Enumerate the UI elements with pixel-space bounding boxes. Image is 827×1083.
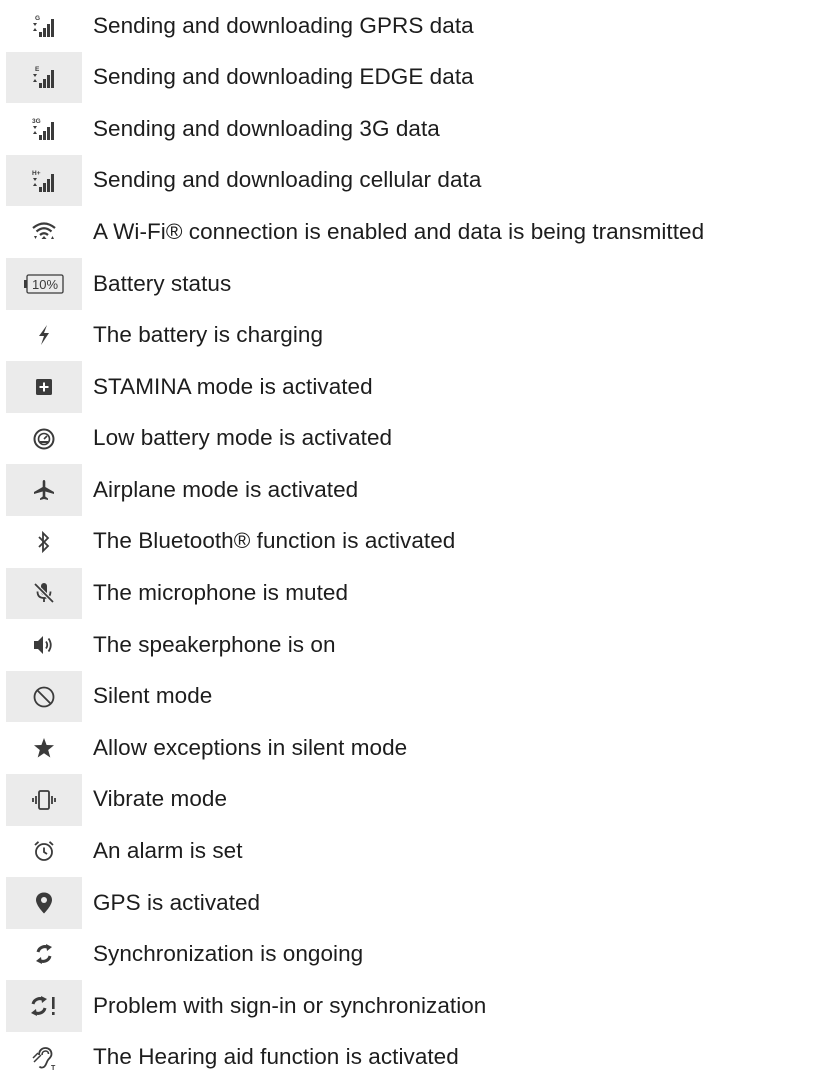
icon-row-label: Problem with sign-in or synchronization (93, 992, 487, 1018)
icon-row-speakerphone: The speakerphone is on (6, 619, 827, 671)
icon-row-label: The Hearing aid function is activated (93, 1044, 459, 1070)
icon-row-edge: E Sending and downloading EDGE data (6, 51, 827, 104)
hearing-aid-icon: T (6, 1032, 82, 1083)
icon-row-charging: The battery is charging (6, 310, 827, 362)
signal-hplus-icon: H+ (6, 154, 82, 207)
icon-row-label: Synchronization is ongoing (93, 941, 364, 967)
icon-row-label: The Bluetooth® function is activated (93, 528, 456, 554)
icon-row-sync-problem: Problem with sign-in or synchronization (6, 980, 827, 1032)
icon-row-sync: Synchronization is ongoing (6, 929, 827, 981)
icon-row-label: Allow exceptions in silent mode (93, 734, 408, 760)
icon-row-label: Sending and downloading EDGE data (93, 64, 474, 90)
svg-text:E: E (35, 66, 40, 73)
icon-row-gprs: G Sending and downloading GPRS data (6, 0, 827, 52)
icon-row-label: The speakerphone is on (93, 631, 336, 657)
airplane-icon (6, 464, 82, 516)
icon-row-alarm: An alarm is set (6, 826, 827, 878)
icon-row-label: Sending and downloading 3G data (93, 115, 440, 141)
icon-row-label: Vibrate mode (93, 786, 228, 812)
icon-row-label: The battery is charging (93, 322, 324, 348)
alarm-icon (6, 826, 82, 878)
wifi-icon (6, 206, 82, 258)
signal-edge-icon: E (6, 51, 82, 104)
silent-mode-icon (6, 670, 82, 723)
mic-muted-icon (6, 567, 82, 620)
sync-problem-icon (6, 980, 82, 1032)
gps-pin-icon (6, 877, 82, 929)
icon-row-label: STAMINA mode is activated (93, 373, 373, 399)
icon-row-gps: GPS is activated (6, 877, 827, 929)
icon-row-hplus: H+ Sending and downloading cellular data (6, 154, 827, 207)
icon-row-exceptions: Allow exceptions in silent mode (6, 722, 827, 774)
icon-row-label: An alarm is set (93, 838, 243, 864)
icon-row-label: GPS is activated (93, 889, 261, 915)
icon-row-label: Low battery mode is activated (93, 425, 393, 451)
icon-row-label: Sending and downloading GPRS data (93, 12, 474, 38)
icon-row-label: Airplane mode is activated (93, 476, 359, 502)
vibrate-icon (6, 773, 82, 826)
icon-row-3g: 3G Sending and downloading 3G data (6, 103, 827, 155)
icon-row-label: Battery status (93, 270, 232, 296)
icon-row-hearing-aid: T The Hearing aid function is activated (6, 1032, 827, 1083)
icon-row-bluetooth: The Bluetooth® function is activated (6, 516, 827, 568)
icon-row-vibrate: Vibrate mode (6, 773, 827, 826)
speakerphone-icon (6, 619, 82, 671)
signal-gprs-icon: G (6, 0, 82, 52)
icon-row-label: Silent mode (93, 683, 213, 709)
icon-row-low-battery: Low battery mode is activated (6, 413, 827, 465)
icon-row-mic-muted: The microphone is muted (6, 567, 827, 620)
low-battery-mode-icon (6, 413, 82, 465)
svg-text:3G: 3G (32, 118, 41, 125)
bluetooth-icon (6, 516, 82, 568)
star-icon (6, 722, 82, 774)
charging-bolt-icon (6, 310, 82, 362)
icon-row-label: A Wi-Fi® connection is enabled and data … (93, 218, 705, 244)
signal-3g-icon: 3G (6, 103, 82, 155)
sync-icon (6, 929, 82, 981)
icon-row-wifi: A Wi-Fi® connection is enabled and data … (6, 206, 827, 258)
icon-row-stamina: STAMINA mode is activated (6, 361, 827, 413)
icon-row-label: The microphone is muted (93, 580, 349, 606)
status-icon-table: G Sending and downloading GPRS data E Se… (6, 0, 827, 1083)
icon-row-battery: 10% Battery status (6, 257, 827, 310)
svg-text:G: G (35, 15, 40, 22)
stamina-icon (6, 361, 82, 413)
svg-text:H+: H+ (32, 170, 41, 177)
icon-row-silent: Silent mode (6, 670, 827, 723)
icon-row-label: Sending and downloading cellular data (93, 167, 482, 193)
icon-row-airplane: Airplane mode is activated (6, 464, 827, 516)
battery-icon: 10% (6, 257, 82, 310)
svg-text:10%: 10% (32, 277, 58, 292)
